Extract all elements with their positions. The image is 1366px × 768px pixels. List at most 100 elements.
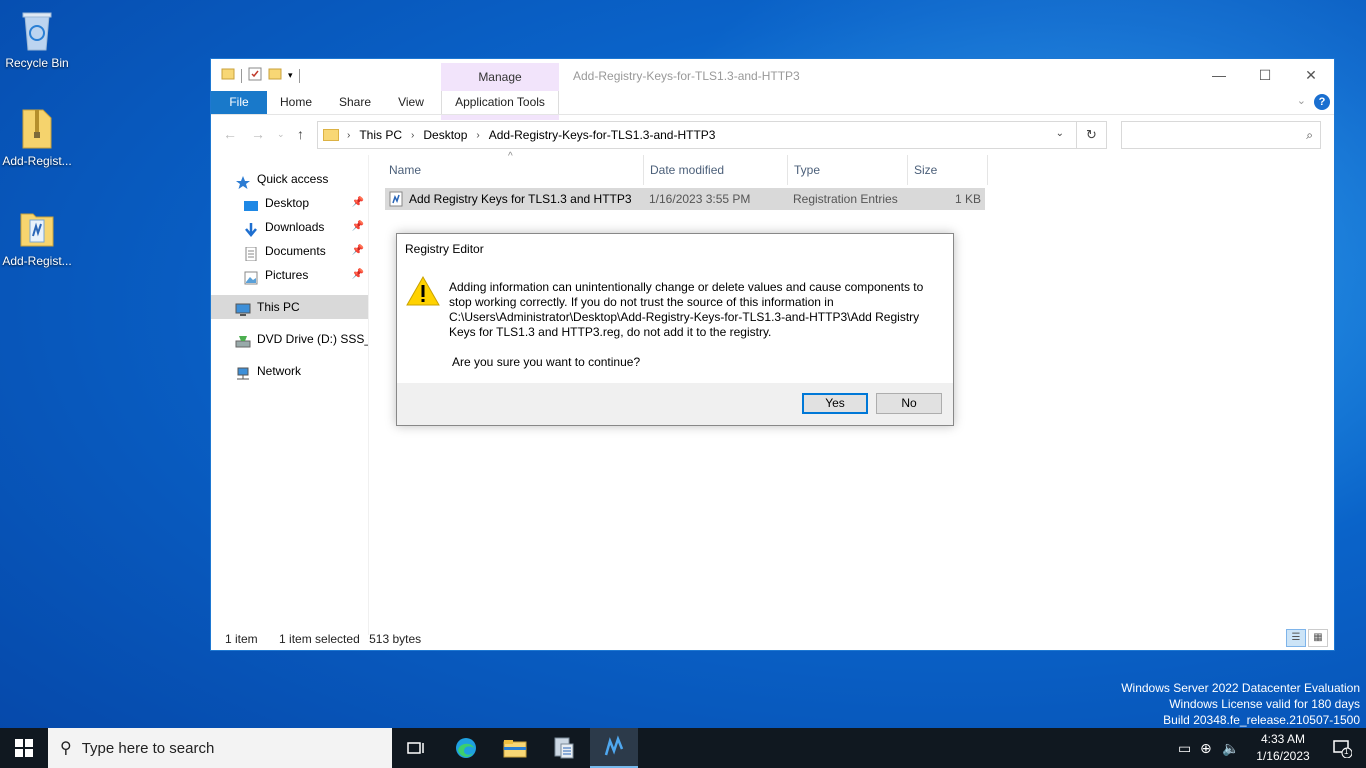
desktop-icon-recycle-bin[interactable]: Recycle Bin	[0, 8, 74, 70]
address-row: ← → ⌄ ↑ › This PC › Desktop › Add-Regist…	[211, 115, 1334, 153]
task-view-icon[interactable]	[392, 728, 440, 768]
nav-label: This PC	[257, 300, 300, 314]
dialog-question: Are you sure you want to continue?	[452, 355, 641, 369]
file-name: Add Registry Keys for TLS1.3 and HTTP3	[409, 192, 632, 206]
search-box[interactable]: ⌕	[1121, 121, 1321, 149]
nav-dvd-drive[interactable]: DVD Drive (D:) SSS_X6	[211, 327, 368, 351]
title-bar: ▾ Manage Add-Registry-Keys-for-TLS1.3-an…	[211, 59, 1334, 120]
desktop-icon-reg-folder[interactable]: Add-Regist...	[0, 206, 74, 268]
dvd-drive-icon	[235, 333, 251, 348]
forward-arrow-icon[interactable]: →	[251, 126, 265, 142]
pictures-icon	[243, 269, 259, 285]
clock[interactable]: 4:33 AM 1/16/2023	[1248, 731, 1318, 765]
address-dropdown-chevron-icon[interactable]: ⌄	[1056, 128, 1064, 139]
tab-share[interactable]: Share	[331, 91, 379, 114]
pin-icon: 📌	[351, 221, 364, 232]
nav-this-pc[interactable]: This PC	[211, 295, 368, 319]
up-arrow-icon[interactable]: ↑	[297, 126, 304, 142]
volume-muted-icon[interactable]: 🔈	[1222, 740, 1239, 757]
details-view-icon[interactable]: ☰	[1286, 629, 1306, 647]
battery-icon[interactable]: ▭	[1178, 740, 1191, 757]
edge-browser-icon[interactable]	[442, 728, 490, 768]
column-header-date-modified[interactable]: Date modified	[644, 155, 788, 185]
column-header-size[interactable]: Size	[908, 155, 988, 185]
file-date: 1/16/2023 3:55 PM	[649, 192, 751, 206]
clock-date: 1/16/2023	[1256, 749, 1310, 763]
status-item-count: 1 item	[225, 632, 258, 646]
column-header-type[interactable]: Type	[788, 155, 908, 185]
nav-desktop[interactable]: Desktop 📌	[211, 191, 368, 215]
network-icon	[235, 365, 251, 380]
server-manager-icon[interactable]	[540, 728, 588, 768]
properties-icon[interactable]	[248, 67, 262, 84]
watermark-license: Windows License valid for 180 days	[1169, 697, 1360, 711]
tab-file[interactable]: File	[211, 91, 267, 114]
folder-registry-icon	[17, 206, 57, 250]
zip-folder-icon	[17, 106, 57, 150]
status-bar: 1 item 1 item selected 513 bytes	[225, 632, 439, 646]
folder-icon	[323, 129, 339, 141]
nav-label: Documents	[265, 244, 326, 258]
dialog-message: Adding information can unintentionally c…	[449, 280, 924, 339]
window-title: Add-Registry-Keys-for-TLS1.3-and-HTTP3	[573, 69, 800, 83]
refresh-icon[interactable]: ↻	[1076, 122, 1106, 148]
taskbar-search-placeholder: Type here to search	[81, 739, 215, 757]
file-type: Registration Entries	[793, 192, 898, 206]
tab-view[interactable]: View	[391, 91, 431, 114]
warning-icon	[406, 275, 440, 306]
registry-editor-dialog: Registry Editor Adding information can u…	[396, 233, 954, 426]
clock-time: 4:33 AM	[1260, 732, 1306, 746]
file-explorer-icon[interactable]	[491, 728, 539, 768]
help-button[interactable]: ?	[1314, 94, 1330, 110]
new-folder-icon[interactable]	[268, 67, 282, 84]
navigation-pane: Quick access Desktop 📌 Downloads 📌 Docum…	[211, 155, 369, 635]
windows-logo-icon	[15, 739, 33, 757]
address-bar[interactable]: › This PC › Desktop › Add-Registry-Keys-…	[317, 121, 1107, 149]
nav-downloads[interactable]: Downloads 📌	[211, 215, 368, 239]
breadcrumb-this-pc[interactable]: This PC	[359, 128, 402, 142]
no-button[interactable]: No	[876, 393, 942, 414]
nav-label: DVD Drive (D:) SSS_X6	[257, 332, 368, 346]
start-button[interactable]	[0, 728, 48, 768]
star-icon	[235, 173, 251, 189]
windows-watermark: Windows Server 2022 Datacenter Evaluatio…	[1121, 680, 1360, 728]
pin-icon: 📌	[351, 197, 364, 208]
back-arrow-icon[interactable]: ←	[223, 126, 237, 142]
pin-icon: 📌	[351, 269, 364, 280]
nav-documents[interactable]: Documents 📌	[211, 239, 368, 263]
breadcrumb-desktop[interactable]: Desktop	[423, 128, 467, 142]
documents-icon	[243, 245, 259, 262]
close-button[interactable]: ✕	[1288, 59, 1334, 91]
column-header-name[interactable]: Name	[383, 155, 644, 185]
registry-file-icon	[389, 191, 403, 213]
registry-editor-taskbar-icon[interactable]	[590, 728, 638, 768]
desktop-folder-icon	[243, 197, 259, 211]
column-headers: ^ Name Date modified Type Size	[381, 151, 1334, 185]
notification-center-icon[interactable]: 1	[1332, 738, 1353, 759]
desktop-icon-zip-folder[interactable]: Add-Regist...	[0, 106, 74, 168]
customize-qat-chevron-icon[interactable]: ▾	[288, 70, 293, 81]
minimize-button[interactable]: —	[1196, 59, 1242, 91]
recent-locations-chevron-icon[interactable]: ⌄	[277, 129, 285, 140]
search-icon: ⚲	[60, 740, 72, 757]
taskbar-search[interactable]: ⚲ Type here to search	[48, 728, 392, 768]
status-size: 513 bytes	[369, 632, 422, 646]
watermark-edition: Windows Server 2022 Datacenter Evaluatio…	[1121, 681, 1360, 695]
network-globe-icon[interactable]: ⊕	[1200, 740, 1212, 757]
nav-network[interactable]: Network	[211, 359, 368, 383]
yes-button[interactable]: Yes	[802, 393, 868, 414]
quick-access-toolbar: ▾	[221, 67, 300, 84]
large-icons-view-icon[interactable]: ▦	[1308, 629, 1328, 647]
tab-application-tools[interactable]: Application Tools	[441, 91, 559, 114]
expand-ribbon-chevron-icon[interactable]: ⌄	[1297, 94, 1306, 107]
recycle-bin-icon	[17, 8, 57, 52]
nav-pictures[interactable]: Pictures 📌	[211, 263, 368, 287]
breadcrumb-current-folder[interactable]: Add-Registry-Keys-for-TLS1.3-and-HTTP3	[489, 128, 716, 142]
file-row[interactable]: Add Registry Keys for TLS1.3 and HTTP3 1…	[385, 188, 985, 210]
folder-icon[interactable]	[221, 67, 235, 84]
downloads-arrow-icon	[243, 221, 259, 237]
nav-label: Desktop	[265, 196, 310, 210]
tab-home[interactable]: Home	[273, 91, 319, 114]
maximize-button[interactable]: ☐	[1242, 59, 1288, 91]
nav-quick-access[interactable]: Quick access	[211, 167, 368, 191]
